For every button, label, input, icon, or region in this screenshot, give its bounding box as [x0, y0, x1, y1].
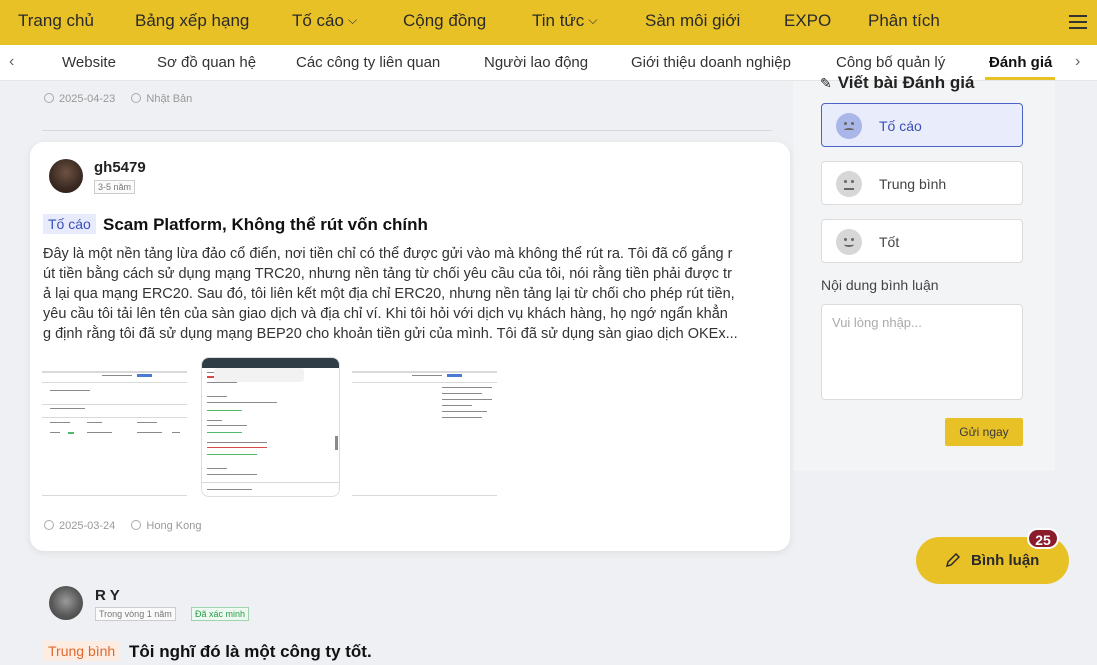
chevron-left-icon[interactable]: ‹ [9, 53, 14, 71]
nav-brokers[interactable]: Sàn môi giới [645, 11, 740, 31]
review-body[interactable]: Đây là một nền tảng lừa đảo cổ điển, nơi… [43, 244, 773, 344]
chevron-down-icon: ⌵ [588, 13, 598, 27]
review-body-line: g định rằng tôi đã sử dụng mạng BEP20 ch… [43, 326, 738, 342]
rating-good-button[interactable]: Tốt [821, 219, 1023, 263]
review-date: 2025-03-24 [59, 520, 116, 532]
comment-button-label: Bình luận [971, 552, 1040, 569]
tab-disclosure[interactable]: Công bố quản lý [836, 54, 945, 71]
next-review-title[interactable]: Tôi nghĩ đó là một công ty tốt. [129, 642, 372, 662]
comment-count-badge: 25 [1027, 528, 1059, 549]
tab-related-companies[interactable]: Các công ty liên quan [296, 54, 440, 71]
avatar[interactable] [49, 159, 83, 193]
prev-review-location: Nhật Bản [146, 93, 193, 105]
chevron-down-icon: ⌵ [347, 13, 358, 27]
tab-website[interactable]: Website [62, 54, 116, 71]
panel-title: ✎ Viết bài Đánh giá [820, 73, 974, 93]
rating-good-label: Tốt [879, 234, 900, 250]
prev-review-meta: 2025-04-23 Nhật Bản [44, 93, 192, 105]
sad-face-icon [836, 113, 862, 139]
tenure-badge: 3-5 năm [94, 180, 136, 194]
happy-face-icon [836, 229, 862, 255]
tab-company-intro[interactable]: Giới thiệu doanh nghiệp [631, 54, 791, 71]
screenshot-thumbnail[interactable] [42, 357, 187, 497]
tenure-badge: Trong vòng 1 năm [95, 607, 176, 621]
clock-icon [44, 93, 54, 103]
rating-complaint-button[interactable]: Tố cáo [821, 103, 1023, 147]
screenshot-thumbnail[interactable] [352, 357, 497, 497]
review-body-line: Đây là một nền tảng lừa đảo cổ điển, nơi… [43, 246, 733, 262]
next-review-username[interactable]: R Y [95, 587, 120, 604]
prev-review-date: 2025-04-23 [59, 93, 116, 105]
review-card[interactable]: gh5479 3-5 năm Tố cáo Scam Platform, Khô… [30, 142, 790, 551]
comment-textarea[interactable]: Vui lòng nhập... [821, 304, 1023, 400]
review-body-line: ả lại qua mạng ERC20. Sau đó, tôi liên k… [43, 286, 735, 302]
panel-title-label: Viết bài Đánh giá [837, 73, 975, 92]
chevron-right-icon[interactable]: › [1075, 53, 1080, 71]
pencil-icon [946, 553, 960, 567]
complaint-tag: Tố cáo [43, 214, 96, 234]
avatar[interactable] [49, 586, 83, 620]
divider [42, 130, 772, 131]
review-title[interactable]: Scam Platform, Không thể rút vốn chính [103, 215, 428, 235]
nav-community[interactable]: Cộng đồng [403, 11, 486, 31]
review-meta: 2025-03-24 Hong Kong [44, 520, 201, 532]
rating-complaint-label: Tố cáo [879, 118, 922, 134]
tab-employees[interactable]: Người lao động [484, 54, 588, 71]
nav-news-label: Tin tức [532, 11, 585, 30]
screenshot-thumbnail[interactable] [201, 357, 340, 497]
nav-complaint-label: Tố cáo [292, 11, 344, 30]
tab-relationship[interactable]: Sơ đồ quan hệ [157, 54, 256, 71]
review-username[interactable]: gh5479 [94, 159, 146, 176]
neutral-face-icon [836, 171, 862, 197]
tab-reviews[interactable]: Đánh giá [989, 54, 1052, 71]
location-icon [131, 520, 142, 530]
menu-icon[interactable] [1069, 15, 1087, 29]
top-nav: Trang chủ Bảng xếp hạng Tố cáo ⌵ Cộng đồn… [0, 0, 1097, 45]
nav-expo[interactable]: EXPO [784, 11, 831, 31]
edit-icon: ✎ [820, 75, 832, 91]
comment-label: Nội dung bình luận [821, 277, 939, 293]
rating-neutral-label: Trung bình [879, 176, 947, 192]
send-button[interactable]: Gửi ngay [945, 418, 1023, 446]
clock-icon [44, 520, 54, 530]
nav-complaint[interactable]: Tố cáo ⌵ [292, 11, 357, 31]
review-location: Hong Kong [146, 520, 202, 532]
nav-analysis[interactable]: Phân tích [868, 11, 940, 31]
review-body-line: yêu cầu tôi tải lên tên của sàn giao dịc… [43, 306, 728, 322]
active-tab-indicator [985, 77, 1055, 80]
location-icon [131, 93, 142, 103]
neutral-tag: Trung bình [43, 641, 121, 661]
verified-badge: Đã xác minh [191, 607, 250, 621]
rating-neutral-button[interactable]: Trung bình [821, 161, 1023, 205]
write-review-panel: ✎ Viết bài Đánh giá Tố cáo Trung bình Tốt… [793, 73, 1055, 471]
nav-ranking[interactable]: Bảng xếp hạng [135, 11, 249, 31]
review-body-line: út tiền bằng cách sử dụng mạng TRC20, nh… [43, 266, 732, 282]
nav-news[interactable]: Tin tức ⌵ [532, 11, 597, 31]
nav-home[interactable]: Trang chủ [18, 11, 94, 31]
